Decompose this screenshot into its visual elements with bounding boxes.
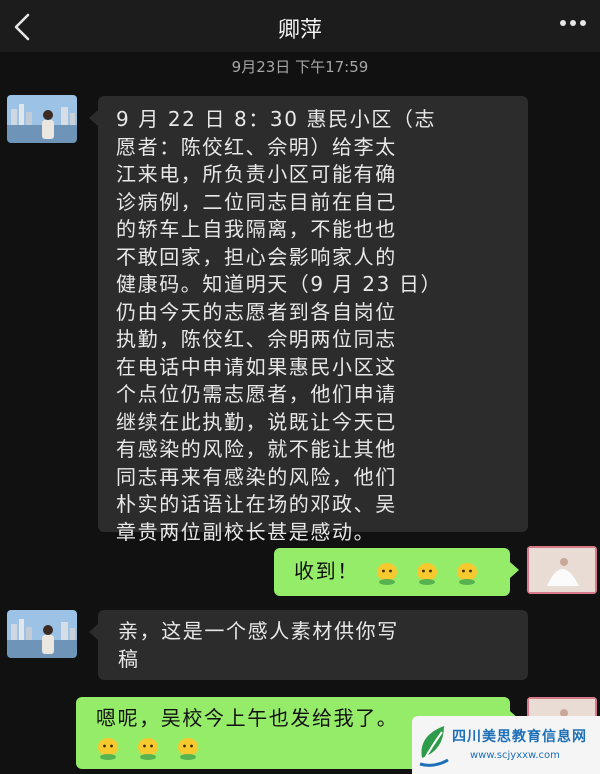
- message-line: 亲，这是一个感人素材供你写: [118, 619, 399, 643]
- message-line: 健康码。知道明天（9 月 23 日）: [116, 272, 443, 296]
- bubble-tail: [89, 624, 98, 640]
- contact-avatar[interactable]: [7, 610, 77, 658]
- smiley-emoji-icon: [456, 563, 477, 586]
- message-bubble-sent[interactable]: 收到！: [274, 548, 519, 596]
- bubble-tail: [89, 110, 98, 126]
- message-line: 9 月 22 日 8：30 惠民小区（志: [116, 107, 437, 131]
- message-line: 诊病例，二位同志目前在自己: [116, 189, 397, 214]
- message-line: 执勤，陈佼红、佘明两位同志: [116, 327, 397, 351]
- message-line: 同志再来有感染的风险，他们: [116, 464, 397, 489]
- bubble-tail: [510, 562, 519, 578]
- message-line: 朴实的话语让在场的邓政、吴: [116, 492, 397, 516]
- smiley-emoji-icon: [137, 737, 158, 760]
- leaf-logo: [419, 726, 449, 767]
- smiley-emoji-icon: [177, 737, 198, 760]
- message-line: 愿者：陈佼红、佘明）给李太: [116, 134, 397, 159]
- smiley-emoji-icon: [416, 563, 437, 586]
- site-watermark: 四川美思教育信息网 www.scjyxxw.com: [412, 716, 600, 774]
- watermark-url: www.scjyxxw.com: [470, 750, 560, 761]
- more-dots-icon[interactable]: [560, 20, 586, 28]
- message-line: 江来电，所负责小区可能有确: [116, 162, 397, 186]
- message-text: 收到！: [294, 559, 359, 583]
- message-line: 在电话中申请如果惠民小区这: [116, 354, 397, 379]
- message-line: 的轿车上自我隔离，不能也也: [116, 217, 397, 241]
- message-line: 章贵两位副校长甚是感动。: [116, 519, 376, 544]
- chat-title: 卿萍: [277, 18, 322, 43]
- message-bubble-received[interactable]: 亲，这是一个感人素材供你写 稿: [89, 610, 528, 680]
- message-line: 个点位仍需志愿者，他们申请: [116, 382, 397, 406]
- smiley-emoji-icon: [98, 737, 118, 760]
- message-line: 有感染的风险，就不能让其他: [116, 437, 397, 461]
- contact-avatar[interactable]: [7, 95, 77, 143]
- my-avatar[interactable]: [527, 546, 597, 594]
- chat-header: 卿萍: [0, 0, 600, 52]
- message-line: 稿: [118, 646, 140, 671]
- message-timestamp: 9月23日 下午17:59: [231, 58, 369, 76]
- message-bubble-received[interactable]: 9 月 22 日 8：30 惠民小区（志 愿者：陈佼红、佘明）给李太 江来电，所…: [89, 96, 528, 544]
- message-line: 继续在此执勤，说既让今天已: [116, 409, 397, 434]
- message-line: 仍由今天的志愿者到各自岗位: [116, 299, 397, 324]
- watermark-name: 四川美思教育信息网: [452, 729, 587, 745]
- message-line: 不敢回家，担心会影响家人的: [116, 244, 397, 269]
- smiley-emoji-icon: [376, 563, 397, 586]
